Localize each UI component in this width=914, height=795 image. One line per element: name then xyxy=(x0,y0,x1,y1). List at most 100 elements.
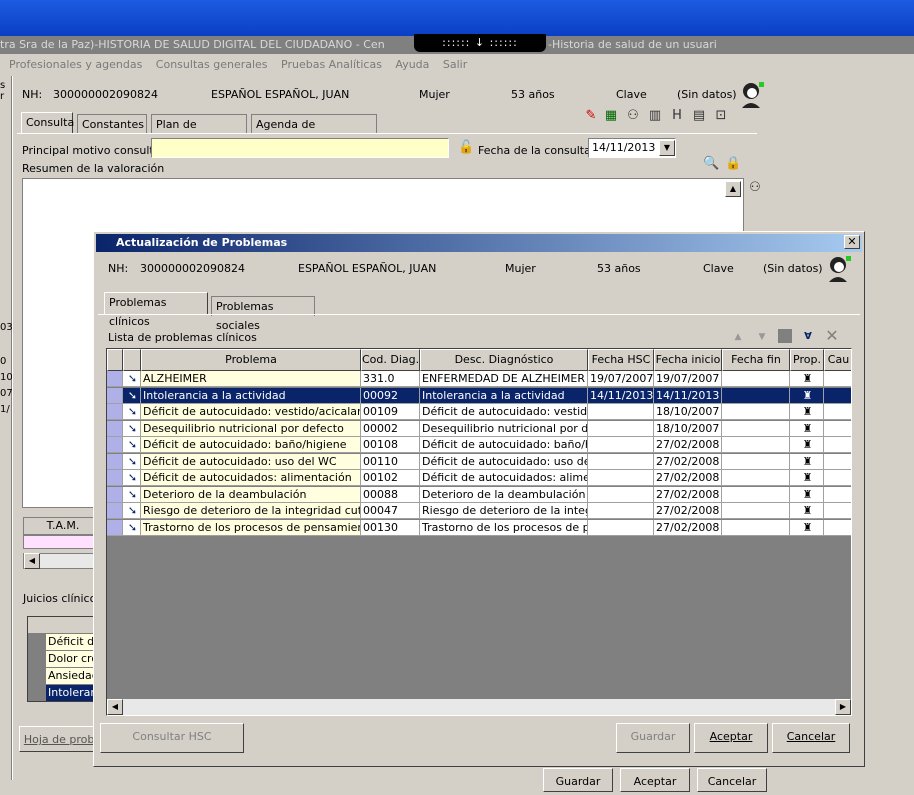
scroll-left-icon[interactable]: ◀ xyxy=(107,699,123,715)
cell-desc[interactable]: Déficit de autocuidado: uso del W xyxy=(420,453,588,470)
col-fecha-inicio[interactable]: Fecha inicio xyxy=(654,349,722,371)
aceptar-button[interactable]: Aceptar xyxy=(694,723,768,753)
cell-fecha-fin[interactable] xyxy=(722,420,790,437)
cell-desc[interactable]: Intolerancia a la actividad xyxy=(420,387,588,404)
cell-fecha-inicio[interactable]: 27/02/2008 xyxy=(654,453,722,470)
grid-h-scrollbar[interactable]: ◀ ▶ xyxy=(107,699,851,715)
cell-problema[interactable]: Déficit de autocuidado: vestido/acicalam… xyxy=(141,404,361,420)
cell-cod[interactable]: 00047 xyxy=(361,503,420,519)
cell-cau[interactable] xyxy=(824,519,851,536)
menu-ayuda[interactable]: Ayuda xyxy=(395,58,429,71)
cell-fecha-fin[interactable] xyxy=(722,486,790,503)
cell-fecha-inicio[interactable]: 19/07/2007 xyxy=(654,371,722,387)
remote-desktop-bar[interactable]: :::::: ↓ :::::: xyxy=(414,34,546,52)
col-cau[interactable]: Cau xyxy=(824,349,851,371)
cell-problema[interactable]: Riesgo de deterioro de la integridad cut… xyxy=(141,503,361,519)
person-icon[interactable]: ♜ xyxy=(790,470,824,486)
down-arrow-icon[interactable]: ▼ xyxy=(754,329,770,345)
col-prop[interactable]: Prop. xyxy=(790,349,824,371)
arrow-doc-icon[interactable]: ➘ xyxy=(123,420,141,437)
edit-icon[interactable]: Ɐ xyxy=(800,329,816,345)
motivo-input[interactable] xyxy=(151,138,449,158)
table-row[interactable]: ➘ Déficit de autocuidado: vestido/acicala… xyxy=(107,404,851,421)
menu-profesionales[interactable]: Profesionales y agendas xyxy=(9,58,142,71)
cell-problema[interactable]: Desequilibrio nutricional por defecto xyxy=(141,420,361,437)
row-header[interactable] xyxy=(107,486,123,503)
cell-desc[interactable]: Déficit de autocuidado: vestido/a xyxy=(420,404,588,420)
person-icon[interactable]: ♜ xyxy=(790,519,824,536)
cell-cod[interactable]: 00088 xyxy=(361,486,420,503)
cell-fecha-inicio[interactable]: 14/11/2013 xyxy=(654,387,722,404)
cell-fecha-inicio[interactable]: 27/02/2008 xyxy=(654,470,722,486)
arrow-doc-icon[interactable]: ➘ xyxy=(123,486,141,503)
cell-cod[interactable]: 00108 xyxy=(361,437,420,453)
people-icon[interactable]: ⚇ xyxy=(747,180,763,196)
row-header[interactable] xyxy=(107,470,123,486)
cell-cod[interactable]: 331.0 xyxy=(361,371,420,387)
row-header[interactable] xyxy=(107,387,123,404)
cell-fecha-hsc[interactable] xyxy=(588,503,654,519)
cell-cau[interactable] xyxy=(824,371,851,387)
person-icon[interactable]: ♜ xyxy=(790,453,824,470)
stop-icon[interactable] xyxy=(778,329,792,343)
arrow-doc-icon[interactable]: ➘ xyxy=(123,404,141,420)
cell-cod[interactable]: 00130 xyxy=(361,519,420,536)
cell-fecha-inicio[interactable]: 18/10/2007 xyxy=(654,404,722,420)
arrow-doc-icon[interactable]: ➘ xyxy=(123,519,141,536)
cell-fecha-inicio[interactable]: 27/02/2008 xyxy=(654,437,722,453)
cell-fecha-hsc[interactable] xyxy=(588,486,654,503)
cell-fecha-inicio[interactable]: 27/02/2008 xyxy=(654,486,722,503)
cell-fecha-fin[interactable] xyxy=(722,453,790,470)
scroll-up-icon[interactable]: ▲ xyxy=(725,181,741,197)
table-row[interactable]: ➘ Intolerancia a la actividad 00092 Intoler… xyxy=(107,387,851,405)
cell-desc[interactable]: Déficit de autocuidados: alimenta xyxy=(420,470,588,486)
cell-desc[interactable]: Riesgo de deterioro de la integrid xyxy=(420,503,588,519)
search-icon[interactable]: 🔍 xyxy=(703,156,719,172)
cell-cod[interactable]: 00110 xyxy=(361,453,420,470)
person-icon[interactable]: ♜ xyxy=(790,437,824,453)
lock-icon[interactable]: ⊡ xyxy=(713,108,729,124)
scroll-right-icon[interactable]: ▶ xyxy=(835,699,851,715)
cell-fecha-hsc[interactable] xyxy=(588,420,654,437)
guardar-button[interactable]: Guardar xyxy=(616,723,690,753)
table-row[interactable]: ➘ ALZHEIMER 331.0 ENFERMEDAD DE ALZHEIMER 19… xyxy=(107,371,851,388)
cell-desc[interactable]: Trastorno de los procesos de pen xyxy=(420,519,588,536)
consultar-hsc-button[interactable]: Consultar HSC xyxy=(100,723,244,753)
row-header[interactable] xyxy=(107,453,123,470)
tam-cell[interactable] xyxy=(23,535,103,549)
table-row[interactable]: ➘ Deterioro de la deambulación 00088 Deteri… xyxy=(107,486,851,504)
person-icon[interactable]: ♜ xyxy=(790,387,824,404)
cell-fecha-inicio[interactable]: 27/02/2008 xyxy=(654,503,722,519)
table-row[interactable]: ➘ Déficit de autocuidado: baño/higiene 001… xyxy=(107,437,851,454)
cell-fecha-fin[interactable] xyxy=(722,371,790,387)
tab-agenda[interactable]: Agenda de actividades xyxy=(251,114,377,150)
person-icon[interactable]: ♜ xyxy=(790,404,824,420)
cell-cau[interactable] xyxy=(824,470,851,486)
col-cod-diag[interactable]: Cod. Diag. xyxy=(361,349,420,371)
bg-guardar-button[interactable]: Guardar xyxy=(543,768,613,792)
row-header[interactable] xyxy=(107,404,123,420)
h-icon[interactable]: H xyxy=(669,108,685,124)
cell-desc[interactable]: Deterioro de la deambulación xyxy=(420,486,588,503)
col-problema[interactable]: Problema xyxy=(141,349,361,371)
cell-cau[interactable] xyxy=(824,486,851,503)
cell-fecha-hsc[interactable] xyxy=(588,519,654,536)
cell-problema[interactable]: Déficit de autocuidado: baño/higiene xyxy=(141,437,361,453)
cancelar-button[interactable]: Cancelar xyxy=(772,723,850,753)
cell-desc[interactable]: Desequilibrio nutricional por defec xyxy=(420,420,588,437)
table-row[interactable]: ➘ Desequilibrio nutricional por defecto 00… xyxy=(107,420,851,438)
cell-fecha-inicio[interactable]: 27/02/2008 xyxy=(654,519,722,536)
arrow-doc-icon[interactable]: ➘ xyxy=(123,470,141,486)
cell-desc[interactable]: Déficit de autocuidado: baño/higi xyxy=(420,437,588,453)
chevron-down-icon[interactable]: ▼ xyxy=(659,140,675,156)
cell-cau[interactable] xyxy=(824,437,851,453)
cell-fecha-fin[interactable] xyxy=(722,387,790,404)
cell-fecha-hsc[interactable]: 14/11/2013 xyxy=(588,387,654,404)
cell-fecha-hsc[interactable] xyxy=(588,453,654,470)
row-header[interactable] xyxy=(107,371,123,387)
cell-problema[interactable]: Trastorno de los procesos de pensamiento xyxy=(141,519,361,536)
table-row[interactable]: ➘ Déficit de autocuidado: uso del WC 00110… xyxy=(107,453,851,471)
tab-plan-cuidados[interactable]: Plan de cuidados xyxy=(151,114,247,150)
cell-problema[interactable]: Déficit de autocuidados: alimentación xyxy=(141,470,361,486)
person-icon[interactable] xyxy=(826,254,852,284)
